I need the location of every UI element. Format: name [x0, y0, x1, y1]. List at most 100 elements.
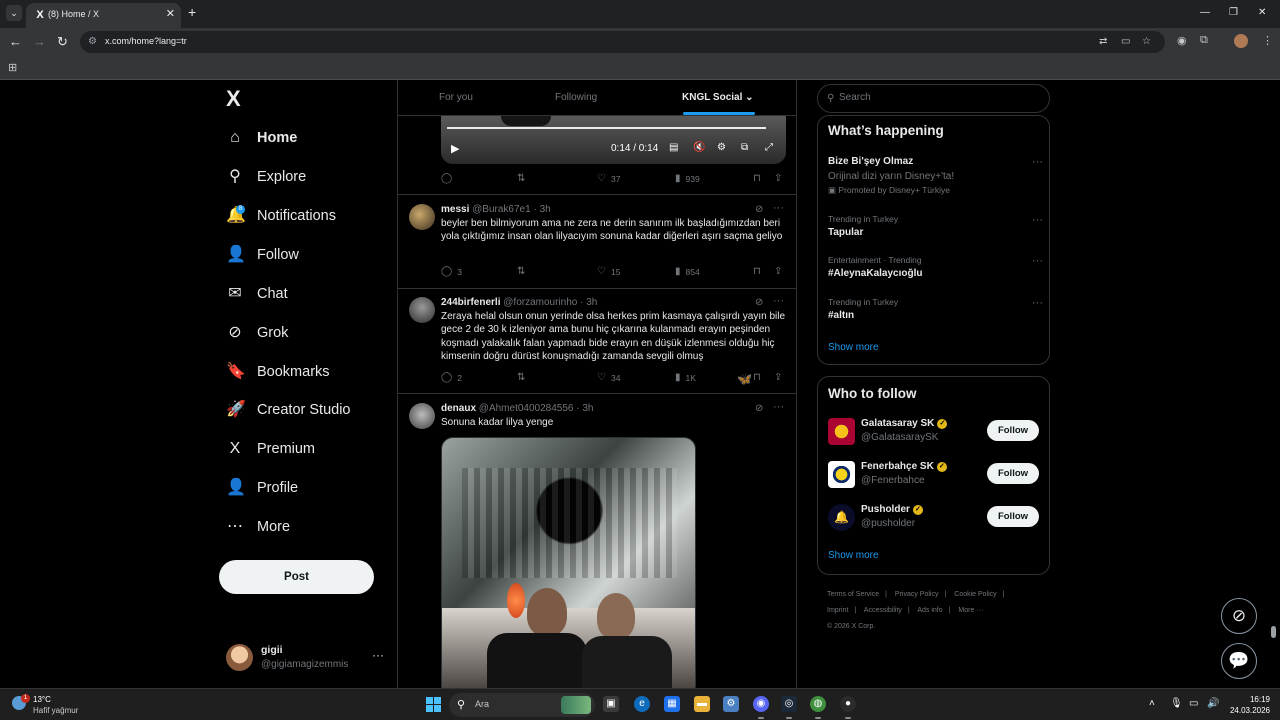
repost-button[interactable]: ⇅ [517, 372, 530, 383]
tweet-author-name[interactable]: 244birfenerli [441, 297, 500, 308]
trend-more-icon[interactable]: ··· [1032, 156, 1043, 168]
maximize-button[interactable]: ❐ [1229, 7, 1238, 18]
tweet-more-icon[interactable]: ··· [773, 202, 784, 214]
install-app-icon[interactable]: ▭ [1121, 36, 1130, 47]
steam-icon[interactable]: ◎ [781, 696, 797, 719]
settings-gear-icon[interactable]: ⚙ [717, 142, 726, 153]
account-more-icon[interactable]: ··· [372, 648, 384, 662]
tab-close-icon[interactable]: ✕ [166, 7, 175, 20]
fullscreen-icon[interactable]: ⤢ [765, 142, 773, 153]
footer-ads-link[interactable]: Ads info [917, 607, 942, 614]
avatar[interactable] [409, 204, 435, 230]
site-info-icon[interactable]: ⚙ [88, 36, 100, 48]
views-button[interactable]: ▮ 939 [675, 173, 700, 184]
forward-button[interactable]: → [33, 34, 46, 50]
tweet-more-icon[interactable]: ··· [773, 401, 784, 413]
reload-button[interactable]: ↻ [57, 34, 68, 50]
like-button[interactable]: ♡ 37 [597, 173, 620, 184]
show-more-link[interactable]: Show more [828, 342, 879, 353]
post-button[interactable]: Post [219, 560, 374, 594]
window-close-button[interactable]: ✕ [1258, 7, 1266, 18]
volume-icon[interactable]: 🔊 [1207, 698, 1219, 709]
bookmark-button[interactable]: ⊓ [753, 372, 766, 383]
nav-item-explore[interactable]: ⚲ Explore [226, 165, 306, 189]
tweet-author-name[interactable]: messi [441, 204, 469, 215]
views-button[interactable]: ▮ 1K [675, 372, 696, 383]
taskbar-search[interactable]: ⚲ Ara [449, 693, 595, 717]
tab-kngl-social[interactable]: KNGL Social ⌄ [682, 92, 754, 103]
share-button[interactable]: ⇪ [774, 266, 787, 277]
follow-suggestion[interactable]: Galatasaray SK ✓ @GalatasaraySK Follow [828, 417, 1043, 447]
nav-item-follow[interactable]: 👤 Follow [226, 243, 299, 267]
tab-for-you[interactable]: For you [439, 92, 473, 103]
chevron-up-icon[interactable]: ˄ [1149, 698, 1155, 709]
follow-button[interactable]: Follow [987, 506, 1039, 527]
nav-item-bookmarks[interactable]: 🔖 Bookmarks [226, 360, 330, 384]
follow-button[interactable]: Follow [987, 420, 1039, 441]
like-button[interactable]: ♡ 15 [597, 266, 620, 277]
extension-icon[interactable]: ◉ [1177, 34, 1187, 47]
tweet-time[interactable]: 3h [582, 403, 593, 414]
nav-item-grok[interactable]: ⊘ Grok [226, 321, 288, 345]
bookmark-button[interactable]: ⊓ [753, 173, 766, 184]
trend-item[interactable]: Trending in Turkey #altın ··· [828, 297, 1043, 321]
footer-more-link[interactable]: More ··· [958, 607, 983, 614]
new-tab-button[interactable]: + [188, 5, 196, 19]
views-button[interactable]: ▮ 854 [675, 266, 700, 277]
play-icon[interactable]: ▶ [451, 142, 459, 155]
tweet-time[interactable]: 3h [586, 297, 597, 308]
like-button[interactable]: ♡ 34 [597, 372, 620, 383]
nav-item-profile[interactable]: 👤 Profile [226, 476, 298, 500]
browser-menu-icon[interactable]: ⋮ [1262, 34, 1273, 47]
nav-item-creator-studio[interactable]: 🚀 Creator Studio [226, 398, 351, 422]
captions-icon[interactable]: ▤ [669, 142, 678, 153]
browser-tab[interactable]: X (8) Home / X ✕ [26, 3, 181, 28]
tweet-time[interactable]: 3h [540, 204, 551, 215]
reply-button[interactable]: ◯ 3 [441, 266, 462, 277]
tweet-author-handle[interactable]: @Burak67e1 [472, 204, 531, 215]
bookmark-button[interactable]: ⊓ [753, 266, 766, 277]
trend-item[interactable]: Bize Bi'şey Olmaz Orijinal dizi yarın Di… [828, 156, 1043, 196]
show-more-link[interactable]: Show more [828, 550, 879, 561]
grok-fab-icon[interactable]: ⊘ [1221, 598, 1257, 634]
task-view-icon[interactable]: ▣ [603, 696, 619, 712]
weather-widget[interactable]: 1 13°C Hafif yağmur [12, 694, 102, 718]
bookmark-star-icon[interactable]: ☆ [1142, 36, 1151, 47]
nav-item-notifications[interactable]: 🔔 8 Notifications [226, 204, 336, 228]
store-icon[interactable]: ▦ [664, 696, 680, 712]
tab-following[interactable]: Following [555, 92, 597, 103]
grok-icon[interactable]: ⊘ [755, 403, 763, 414]
nav-item-more[interactable]: ⋯ More [226, 515, 290, 539]
grok-icon[interactable]: ⊘ [755, 204, 763, 215]
trend-more-icon[interactable]: ··· [1032, 214, 1043, 226]
back-button[interactable]: ← [9, 34, 22, 50]
apps-grid-icon[interactable]: ⊞ [8, 61, 17, 74]
trend-item[interactable]: Trending in Turkey Tapular ··· [828, 214, 1043, 238]
video-progress-bar[interactable] [447, 127, 766, 129]
trend-item[interactable]: Entertainment · Trending #AleynaKalaycıo… [828, 255, 1043, 279]
trend-more-icon[interactable]: ··· [1032, 297, 1043, 309]
video-player[interactable]: ▶ 0:14 / 0:14 ▤ 🔇 ⚙ ⧉ ⤢ [441, 116, 786, 164]
tweet-author-handle[interactable]: @Ahmet0400284556 [479, 403, 574, 414]
share-button[interactable]: ⇪ [774, 173, 787, 184]
tweet-author-handle[interactable]: @forzamourinho [503, 297, 577, 308]
taskbar-clock[interactable]: 16:19 24.03.2026 [1226, 694, 1270, 716]
windows-start-icon[interactable] [426, 697, 441, 712]
file-explorer-icon[interactable]: ▬ [694, 696, 710, 712]
url-text[interactable]: x.com/home?lang=tr [105, 36, 187, 46]
tab-search-button[interactable]: ⌄ [6, 5, 22, 21]
microphone-icon[interactable]: 🎙 [1170, 698, 1183, 709]
trend-more-icon[interactable]: ··· [1032, 255, 1043, 267]
address-bar[interactable]: ⚙ x.com/home?lang=tr ⇄ ▭ ☆ [80, 31, 1165, 53]
search-input[interactable] [839, 92, 1039, 103]
chrome-icon[interactable]: ◍ [810, 696, 826, 719]
reply-button[interactable]: ◯ [441, 173, 457, 184]
share-button[interactable]: ⇪ [774, 372, 787, 383]
footer-terms-link[interactable]: Terms of Service [827, 591, 879, 598]
footer-accessibility-link[interactable]: Accessibility [864, 607, 902, 614]
pip-icon[interactable]: ⧉ [741, 142, 748, 153]
minimize-button[interactable]: — [1200, 7, 1210, 18]
x-logo[interactable]: X [226, 88, 246, 110]
account-switcher[interactable]: gigii @gigiamagizemmis ··· [226, 642, 386, 672]
footer-cookie-link[interactable]: Cookie Policy [954, 591, 996, 598]
